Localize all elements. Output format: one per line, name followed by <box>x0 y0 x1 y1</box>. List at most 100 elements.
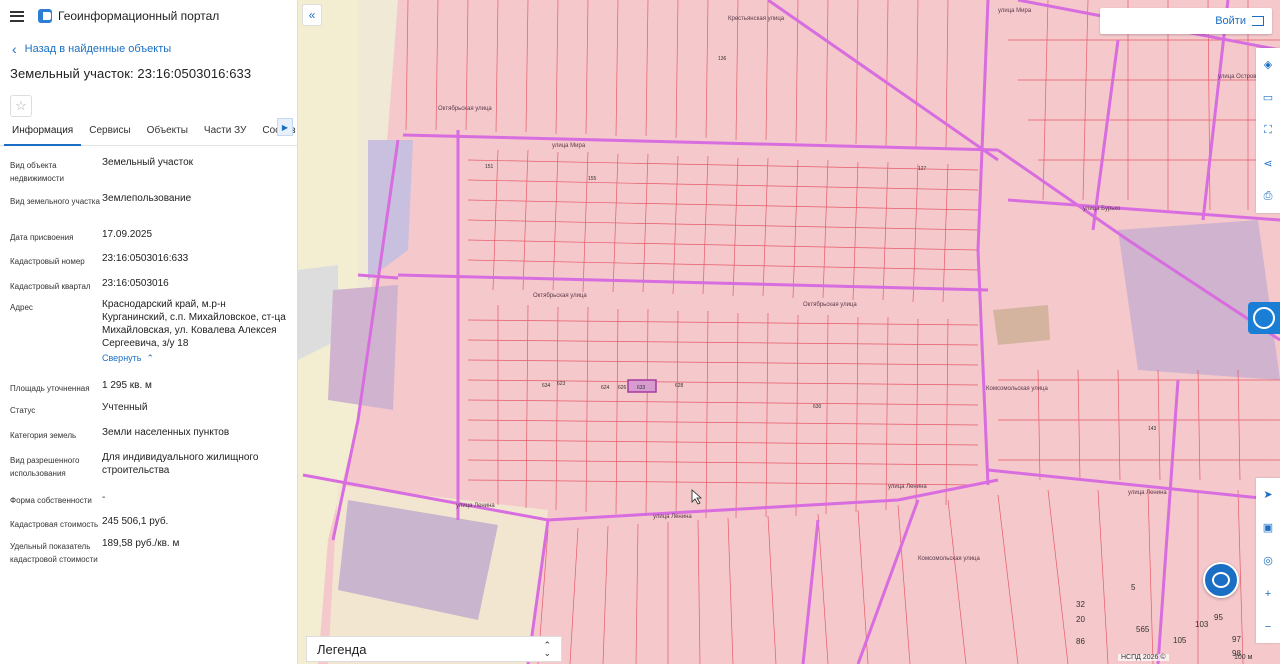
detail-label: Вид объекта недвижимости <box>10 161 64 183</box>
parcel-label: 143 <box>1148 426 1157 432</box>
parcel-label: 136 <box>718 56 727 62</box>
chat-button[interactable] <box>1203 562 1239 598</box>
map-canvas[interactable]: улица Мира Октябрьская улица Октябрьская… <box>298 0 1280 664</box>
detail-value: Землепользование <box>102 193 192 204</box>
parcel-label: 633 <box>637 385 646 391</box>
address-text: Краснодарский край, м.р-н Курганинский, … <box>102 299 286 349</box>
collapse-link[interactable]: Свернуть ⌃ <box>102 352 286 365</box>
map-tools: ◈ ▭ ⛶ ⋖ ⎙ <box>1256 48 1280 213</box>
login-icon <box>1252 16 1264 26</box>
map-building <box>1118 220 1280 380</box>
parcel-label: 105 <box>1173 636 1187 645</box>
parcel-label: 630 <box>813 404 822 410</box>
detail-row: Дата присвоения 17.09.2025 <box>0 228 297 252</box>
detail-value: Для индивидуального жилищного строительс… <box>102 452 259 476</box>
detail-label: Дата присвоения <box>10 233 74 242</box>
zoom-in-icon[interactable]: + <box>1256 577 1280 610</box>
legend-bar[interactable]: Легенда ⌃ ⌄ <box>306 636 562 662</box>
tab-services[interactable]: Сервисы <box>81 122 138 146</box>
detail-value: 23:16:0503016 <box>102 278 169 289</box>
tab-parts[interactable]: Части ЗУ <box>196 122 254 146</box>
detail-row: Форма собственности - <box>0 491 297 515</box>
parcel-label: 103 <box>1195 620 1209 629</box>
print-icon[interactable]: ⎙ <box>1256 180 1280 213</box>
app-title: Геоинформационный портал <box>58 9 220 23</box>
login-bar[interactable]: Войти <box>1100 8 1272 34</box>
detail-row: Вид разрешенного использования Для индиви… <box>0 451 297 491</box>
detail-row: Статус Учтенный <box>0 401 297 426</box>
chevron-left-icon: ‹ <box>12 41 17 57</box>
select-area-icon[interactable]: ⛶ <box>1256 114 1280 147</box>
tab-info[interactable]: Информация <box>4 122 82 146</box>
street-label: улица Ленина <box>888 484 927 490</box>
parcel-label: 5 <box>1131 583 1136 592</box>
street-label: улица Ленина <box>653 514 692 520</box>
map-building <box>993 305 1050 345</box>
login-label[interactable]: Войти <box>1215 15 1246 27</box>
detail-label: Кадастровый квартал <box>10 282 91 291</box>
page-title: Земельный участок: 23:16:0503016:633 <box>10 66 252 81</box>
parcel-label: 86 <box>1076 637 1085 646</box>
detail-label: Площадь уточненная <box>10 384 90 393</box>
detail-value: Земельный участок <box>102 157 194 168</box>
detail-label: Статус <box>10 406 36 415</box>
legend-label: Легенда <box>317 641 367 657</box>
parcel-label: 626 <box>618 385 627 391</box>
menu-icon[interactable] <box>10 10 24 22</box>
basemap-icon[interactable]: ▣ <box>1256 511 1280 544</box>
detail-value: Краснодарский край, м.р-н Курганинский, … <box>102 298 286 379</box>
detail-row: Удельный показатель кадастровой стоимост… <box>0 537 297 567</box>
collapse-panel-button[interactable]: « <box>302 4 322 26</box>
layers-icon[interactable]: ◈ <box>1256 48 1280 81</box>
street-label: Комсомольская улица <box>918 556 980 562</box>
street-label: Октябрьская улица <box>803 302 857 308</box>
detail-label: Адрес <box>10 303 33 312</box>
tabs: Информация Сервисы Объекты Части ЗУ Сост… <box>0 118 297 146</box>
detail-value: 1 295 кв. м <box>102 380 152 391</box>
street-label: Октябрьская улица <box>533 293 587 299</box>
street-label: улица Мира <box>552 143 586 149</box>
detail-value: 17.09.2025 <box>102 229 153 240</box>
cadastral-map[interactable]: улица Мира Октябрьская улица Октябрьская… <box>298 0 1280 664</box>
geolocation-icon[interactable]: ◎ <box>1256 544 1280 577</box>
parcel-label: 20 <box>1076 615 1085 624</box>
street-label: улица Ленина <box>1128 490 1167 496</box>
tabs-next-icon[interactable]: ▶ <box>277 118 293 136</box>
detail-row: Категория земель Земли населенных пунктов <box>0 426 297 451</box>
map-copyright: НСПД 2026 © <box>1118 654 1169 661</box>
top-bar: Геоинформационный портал <box>0 0 297 32</box>
zoom-out-icon[interactable]: − <box>1256 610 1280 643</box>
detail-row: Кадастровый квартал 23:16:0503016 <box>0 277 297 298</box>
feedback-button[interactable] <box>1248 302 1280 334</box>
street-label: Октябрьская улица <box>438 106 492 112</box>
back-link-label: Назад в найденные объекты <box>24 43 172 55</box>
tab-objects[interactable]: Объекты <box>139 122 196 146</box>
parcel-label: 127 <box>918 166 927 172</box>
back-link[interactable]: ‹ Назад в найденные объекты <box>12 42 297 56</box>
detail-row: Кадастровая стоимость 245 506,1 руб. <box>0 515 297 537</box>
map-controls: ➤ ▣ ◎ + − <box>1256 478 1280 643</box>
parcel-label: 32 <box>1076 600 1085 609</box>
expand-icon[interactable]: ⌃ ⌄ <box>543 641 551 658</box>
detail-label: Форма собственности <box>10 496 92 505</box>
street-label: Крестьянская улица <box>728 16 785 22</box>
detail-label: Кадастровая стоимость <box>10 520 99 529</box>
chat-icon <box>1212 572 1230 588</box>
detail-row: Вид земельного участка Землепользование <box>0 192 297 228</box>
feedback-icon <box>1253 307 1275 329</box>
street-label: улица Бурько <box>1083 206 1121 212</box>
detail-label: Вид земельного участка <box>10 197 100 206</box>
locate-icon[interactable]: ➤ <box>1256 478 1280 511</box>
ruler-icon[interactable]: ▭ <box>1256 81 1280 114</box>
share-icon[interactable]: ⋖ <box>1256 147 1280 180</box>
street-label: улица Мира <box>998 8 1032 14</box>
detail-value: 245 506,1 руб. <box>102 516 169 527</box>
collapse-label: Свернуть <box>102 353 142 363</box>
detail-label: Категория земель <box>10 431 77 440</box>
detail-label: Вид разрешенного использования <box>10 456 80 478</box>
detail-value: - <box>102 492 106 503</box>
parcel-label: 634 <box>542 383 551 389</box>
map-scale: 100 м <box>1234 654 1253 661</box>
details-list: Вид объекта недвижимости Земельный участо… <box>0 156 297 567</box>
favorite-star-icon[interactable]: ☆ <box>10 95 32 117</box>
